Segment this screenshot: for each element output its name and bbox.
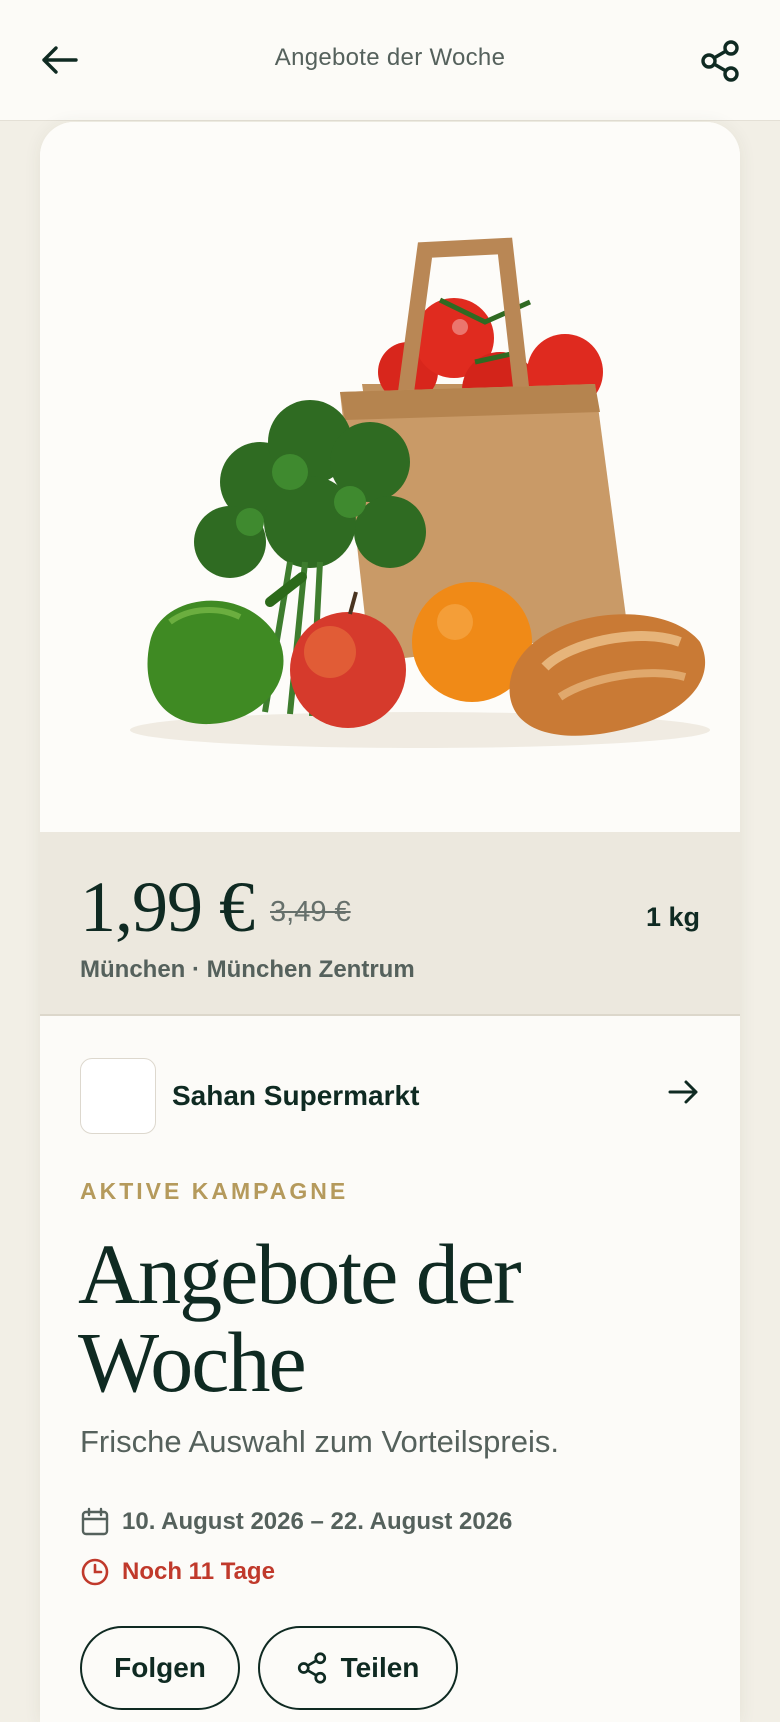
seller-logo: [80, 1058, 156, 1134]
campaign-subtitle: Frische Auswahl zum Vorteilspreis.: [80, 1424, 559, 1459]
location-text: München · München Zentrum: [80, 956, 415, 983]
old-price: 3,49 €: [270, 896, 351, 928]
time-remaining-text: Noch 11 Tage: [122, 1558, 275, 1585]
follow-label: Folgen: [114, 1652, 206, 1683]
seller-name: Sahan Supermarkt: [172, 1080, 420, 1111]
time-remaining: Noch 11 Tage: [80, 1552, 275, 1592]
share-icon: [297, 1652, 326, 1684]
share-label: Teilen: [340, 1652, 420, 1683]
clock-icon: [81, 1558, 109, 1586]
date-range-text: 10. August 2026 – 22. August 2026: [122, 1508, 513, 1535]
date-range: 10. August 2026 – 22. August 2026: [80, 1502, 512, 1542]
follow-button[interactable]: Folgen: [80, 1626, 240, 1710]
arrow-right-icon: [668, 1080, 698, 1104]
calendar-icon: [81, 1507, 109, 1536]
share-button[interactable]: [686, 36, 740, 86]
current-price: 1,99 €: [80, 867, 255, 947]
price-band: 1,99 € 3,49 € 1 kg München · München Zen…: [40, 832, 740, 1016]
grocery-illustration: [130, 237, 710, 748]
share-campaign-button[interactable]: Teilen: [258, 1626, 458, 1710]
share-icon: [701, 40, 739, 82]
campaign-title: Angebote der Woche: [78, 1226, 522, 1410]
top-bar: Angebote der Woche: [0, 0, 780, 121]
unit-label: 1 kg: [645, 902, 700, 932]
page-title: Angebote der Woche: [274, 44, 506, 71]
campaign-eyebrow: AKTIVE KAMPAGNE: [80, 1178, 349, 1204]
offer-card: 1,99 € 3,49 € 1 kg München · München Zen…: [40, 122, 740, 1722]
hero-image: [40, 122, 740, 832]
seller-link[interactable]: Sahan Supermarkt: [80, 1058, 700, 1134]
